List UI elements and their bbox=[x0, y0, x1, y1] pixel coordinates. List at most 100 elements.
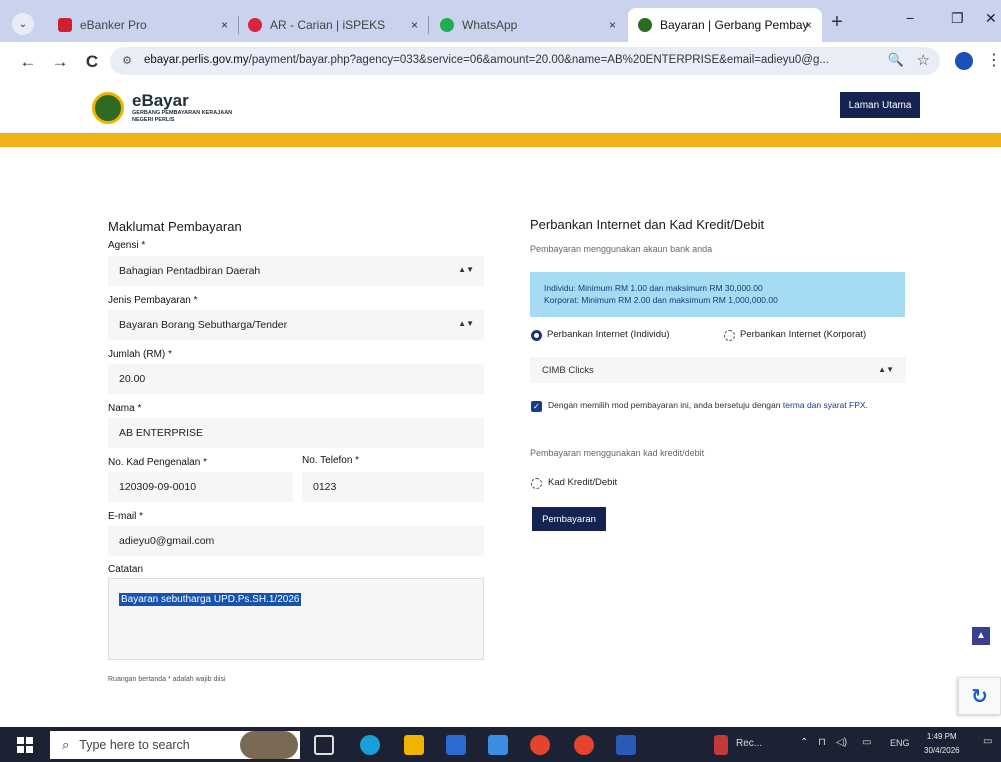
tab-ispeks[interactable]: AR - Carian | iSPEKS × bbox=[238, 8, 428, 42]
tab-ebayar[interactable]: Bayaran | Gerbang Pembay × bbox=[628, 8, 822, 42]
notes-label: Catatan bbox=[108, 564, 144, 575]
select-caret-icon: ▲▼ bbox=[878, 365, 894, 374]
tray-overflow-icon[interactable]: ⌃ bbox=[800, 737, 808, 748]
close-tab-icon[interactable]: × bbox=[609, 18, 616, 32]
tab-title: eBanker Pro bbox=[80, 18, 147, 32]
tab-title: WhatsApp bbox=[462, 18, 518, 32]
store-icon[interactable] bbox=[446, 735, 466, 755]
windows-start-icon[interactable] bbox=[17, 737, 33, 753]
reload-icon[interactable]: C bbox=[82, 52, 102, 72]
close-tab-icon[interactable]: × bbox=[805, 18, 812, 32]
corporate-limit-text: Korporat: Minimum RM 2.00 dan maksimum R… bbox=[544, 295, 778, 305]
keyboard-icon[interactable]: ▭ bbox=[862, 737, 871, 748]
card-payment-label[interactable]: Kad Kredit/Debit bbox=[548, 477, 617, 488]
notes-selected-text: Bayaran sebutharga UPD.Ps.SH.1/2026 bbox=[119, 593, 302, 606]
menu-kebab-icon[interactable]: ⋮ bbox=[986, 50, 1001, 70]
name-input[interactable]: AB ENTERPRISE bbox=[108, 418, 484, 448]
tab-title: AR - Carian | iSPEKS bbox=[270, 18, 386, 32]
notes-textarea[interactable]: Bayaran sebutharga UPD.Ps.SH.1/2026 bbox=[108, 578, 484, 660]
network-icon[interactable]: ⊓ bbox=[818, 737, 826, 748]
close-window-button[interactable]: ✕ bbox=[985, 10, 997, 27]
payment-details-title: Maklumat Pembayaran bbox=[108, 219, 242, 234]
phone-input[interactable]: 0123 bbox=[302, 472, 484, 502]
volume-icon[interactable]: ◁) bbox=[836, 737, 847, 748]
terms-link[interactable]: terma dan syarat FPX. bbox=[783, 400, 868, 410]
tab-whatsapp[interactable]: WhatsApp × bbox=[430, 8, 626, 42]
browser-tab-strip: ⌄ eBanker Pro × AR - Carian | iSPEKS × W… bbox=[0, 0, 1001, 42]
tab-search-button[interactable]: ⌄ bbox=[12, 13, 34, 35]
search-highlight-image[interactable] bbox=[240, 731, 298, 759]
name-label: Nama * bbox=[108, 403, 142, 414]
ebayar-icon bbox=[638, 18, 652, 32]
bank-account-subtitle: Pembayaran menggunakan akaun bank anda bbox=[530, 244, 713, 254]
payment-method-title: Perbankan Internet dan Kad Kredit/Debit bbox=[530, 217, 765, 232]
site-header: eBayar GERBANG PEMBAYARAN KERAJAAN NEGER… bbox=[0, 82, 1001, 132]
tab-ebanker[interactable]: eBanker Pro × bbox=[48, 8, 238, 42]
profile-avatar[interactable] bbox=[955, 52, 973, 70]
card-payment-radio[interactable] bbox=[531, 478, 542, 489]
tab-title: Bayaran | Gerbang Pembay bbox=[660, 18, 809, 32]
recaptcha-badge[interactable]: ↻ bbox=[958, 677, 1001, 715]
ic-number-label: No. Kad Pengenalan * bbox=[108, 457, 207, 468]
photos-icon[interactable] bbox=[488, 735, 508, 755]
bank-select[interactable]: CIMB Clicks ▲▼ bbox=[530, 357, 906, 383]
forward-arrow-icon[interactable]: → bbox=[50, 52, 70, 72]
maximize-button[interactable]: ❐ bbox=[951, 10, 964, 27]
recorder-icon[interactable] bbox=[714, 735, 728, 755]
url-text[interactable]: ebayar.perlis.gov.my/payment/bayar.php?a… bbox=[144, 54, 864, 66]
agency-label: Agensi * bbox=[108, 240, 146, 251]
search-icon: ⌕ bbox=[62, 737, 70, 752]
corporate-banking-radio[interactable] bbox=[724, 330, 735, 341]
perlis-crest-logo bbox=[92, 92, 124, 124]
payment-type-label: Jenis Pembayaran * bbox=[108, 295, 198, 306]
email-label: E-mail * bbox=[108, 511, 144, 522]
individual-limit-text: Individu: Minimum RM 1.00 dan maksimum R… bbox=[544, 283, 763, 293]
bookmark-star-icon[interactable]: ☆ bbox=[917, 51, 930, 69]
corporate-banking-label[interactable]: Perbankan Internet (Korporat) bbox=[740, 329, 866, 340]
individual-banking-radio[interactable] bbox=[531, 330, 542, 341]
site-logo-title: eBayar bbox=[132, 91, 189, 110]
file-explorer-icon[interactable] bbox=[404, 735, 424, 755]
new-tab-button[interactable]: + bbox=[826, 12, 848, 34]
close-tab-icon[interactable]: × bbox=[411, 18, 418, 32]
browser-toolbar: ← → C ⚙ ebayar.perlis.gov.my/payment/bay… bbox=[0, 42, 1001, 82]
site-logo-subtitle: GERBANG PEMBAYARAN KERAJAAN NEGERI PERLI… bbox=[132, 110, 233, 123]
chrome-profile-icon[interactable] bbox=[574, 735, 594, 755]
taskbar-clock[interactable]: 1:49 PM 30/4/2026 bbox=[924, 730, 960, 758]
amount-label: Jumlah (RM) * bbox=[108, 349, 172, 360]
ispeks-icon bbox=[248, 18, 262, 32]
amount-input[interactable]: 20.00 bbox=[108, 364, 484, 394]
notifications-icon[interactable]: ▭ bbox=[983, 736, 992, 747]
pay-button[interactable]: Pembayaran bbox=[532, 507, 606, 531]
home-button[interactable]: Laman Utama bbox=[840, 92, 920, 118]
payment-type-select[interactable]: Bayaran Borang Sebutharga/Tender ▲▼ bbox=[108, 310, 484, 340]
minimize-button[interactable]: − bbox=[906, 10, 914, 26]
agency-select[interactable]: Bahagian Pentadbiran Daerah ▲▼ bbox=[108, 256, 484, 286]
recorder-label[interactable]: Rec... bbox=[736, 738, 762, 749]
tab-separator bbox=[428, 16, 429, 34]
select-caret-icon: ▲▼ bbox=[458, 265, 474, 274]
zoom-icon[interactable]: 🔍 bbox=[888, 52, 904, 68]
close-tab-icon[interactable]: × bbox=[221, 18, 228, 32]
required-fields-note: Ruangan bertanda * adalah wajib diisi bbox=[108, 676, 226, 683]
individual-banking-label[interactable]: Perbankan Internet (Individu) bbox=[547, 329, 670, 340]
chrome-icon[interactable] bbox=[530, 735, 550, 755]
terms-text: Dengan memilih mod pembayaran ini, anda … bbox=[548, 400, 868, 410]
edge-icon[interactable] bbox=[360, 735, 380, 755]
scroll-to-top-button[interactable]: ▲ bbox=[972, 627, 990, 645]
transaction-limits-alert: Individu: Minimum RM 1.00 dan maksimum R… bbox=[530, 272, 905, 317]
phone-label: No. Telefon * bbox=[302, 455, 360, 466]
email-input[interactable]: adieyu0@gmail.com bbox=[108, 526, 484, 556]
word-icon[interactable] bbox=[616, 735, 636, 755]
task-view-icon[interactable] bbox=[314, 735, 334, 755]
ebanker-icon bbox=[58, 18, 72, 32]
terms-checkbox[interactable]: ✓ bbox=[531, 401, 542, 412]
header-accent-bar bbox=[0, 133, 1001, 147]
select-caret-icon: ▲▼ bbox=[458, 319, 474, 328]
back-arrow-icon[interactable]: ← bbox=[18, 52, 38, 72]
address-bar[interactable]: ⚙ ebayar.perlis.gov.my/payment/bayar.php… bbox=[110, 47, 940, 75]
language-indicator[interactable]: ENG bbox=[890, 738, 910, 748]
site-info-icon[interactable]: ⚙ bbox=[118, 52, 136, 70]
ic-number-input[interactable]: 120309-09-0010 bbox=[108, 472, 293, 502]
windows-taskbar: ⌕ Type here to search Rec... ⌃ ⊓ ◁) ▭ EN… bbox=[0, 727, 1001, 762]
